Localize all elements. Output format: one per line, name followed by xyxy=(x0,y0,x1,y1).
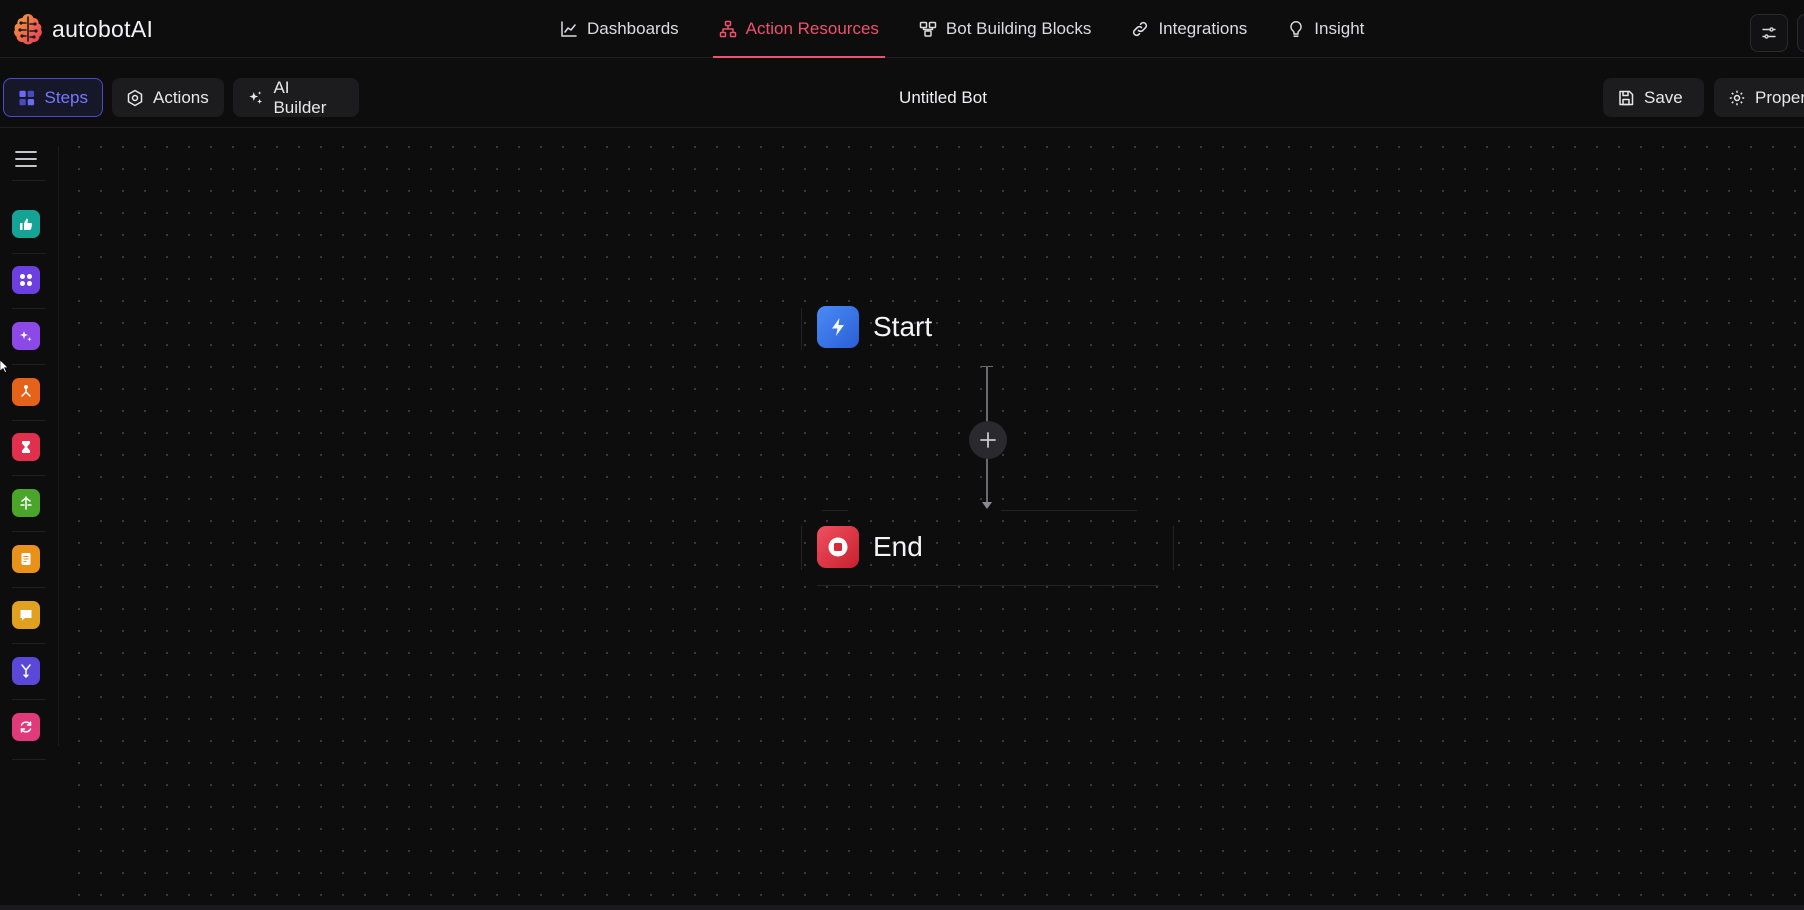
nav-bot-building-blocks[interactable]: Bot Building Blocks xyxy=(899,0,1112,58)
rail-step-ai[interactable] xyxy=(12,322,40,350)
connector-arrow-icon xyxy=(982,502,992,509)
settings-sliders-button[interactable] xyxy=(1750,14,1788,52)
bottom-bar xyxy=(0,905,1804,910)
brand[interactable]: autobotAI xyxy=(10,12,153,46)
end-node-border xyxy=(801,526,802,570)
steps-tab-label: Steps xyxy=(44,87,88,107)
chat-icon xyxy=(20,610,32,621)
start-node[interactable]: Start xyxy=(817,306,932,348)
thumbs-up-icon xyxy=(20,218,33,230)
bot-title[interactable]: Untitled Bot xyxy=(843,88,1043,108)
start-node-label: Start xyxy=(873,311,933,342)
rail-separator xyxy=(12,643,46,644)
end-node-icon-wrap xyxy=(817,526,859,568)
ai-builder-tab-label: AI Builder xyxy=(273,77,327,117)
end-node-border xyxy=(817,585,1159,586)
sliders-icon xyxy=(1762,27,1776,39)
rail-separator xyxy=(12,180,46,181)
rail-separator xyxy=(12,531,46,532)
lightning-icon xyxy=(832,318,844,336)
end-node-border xyxy=(822,510,848,511)
hourglass-icon xyxy=(22,441,30,453)
mouse-cursor-icon xyxy=(0,360,8,373)
fork-icon xyxy=(21,385,31,397)
nav-insight[interactable]: Insight xyxy=(1267,0,1384,58)
rail-step-document[interactable] xyxy=(12,545,40,573)
ai-builder-tab-button[interactable]: AI Builder xyxy=(233,78,359,117)
grid-squares-icon xyxy=(19,90,35,105)
profile-button[interactable] xyxy=(1797,14,1804,52)
end-node-label: End xyxy=(873,531,923,562)
rail-step-wait[interactable] xyxy=(12,433,40,461)
stop-icon xyxy=(828,537,848,557)
end-node-border xyxy=(1001,510,1137,511)
save-button-label: Save xyxy=(1644,87,1683,107)
main-nav: Dashboards Action Resources Bot Building… xyxy=(540,0,1384,58)
add-step-button[interactable] xyxy=(969,421,1007,459)
actions-tab-button[interactable]: Actions xyxy=(112,78,224,117)
refresh-icon xyxy=(20,721,32,733)
nav-dashboards[interactable]: Dashboards xyxy=(540,0,699,58)
nav-bot-building-blocks-label: Bot Building Blocks xyxy=(945,19,1092,38)
nav-action-resources-label: Action Resources xyxy=(745,19,879,38)
rail-separator xyxy=(12,759,46,760)
link-icon xyxy=(1133,21,1148,37)
rail-step-loop[interactable] xyxy=(12,713,40,741)
rail-separator xyxy=(12,420,46,421)
lightbulb-icon xyxy=(1290,21,1302,38)
rail-separator xyxy=(12,253,46,254)
top-navigation: autobotAI Dashboards Action Resources Bo… xyxy=(0,0,1804,58)
gear-icon xyxy=(1729,90,1745,105)
sparkles-icon xyxy=(249,90,263,104)
flow-canvas[interactable] xyxy=(60,128,1804,905)
rail-separator xyxy=(12,587,46,588)
sparkles-icon xyxy=(20,331,32,342)
hierarchy-icon xyxy=(719,20,736,38)
rail-step-split[interactable] xyxy=(12,489,40,517)
actions-tab-label: Actions xyxy=(153,87,209,107)
rail-step-approval[interactable] xyxy=(12,210,40,238)
properties-button[interactable]: Proper xyxy=(1714,78,1804,117)
chart-line-icon xyxy=(561,21,577,37)
plus-icon xyxy=(980,432,996,448)
nav-integrations-label: Integrations xyxy=(1158,19,1248,38)
brand-name: autobotAI xyxy=(52,15,154,42)
editor-toolbar: Steps Actions AI Builder Untitled Bot Sa… xyxy=(0,58,1804,128)
save-button[interactable]: Save xyxy=(1603,78,1704,117)
nav-dashboards-label: Dashboards xyxy=(587,19,679,38)
rail-separator xyxy=(12,308,46,309)
nav-action-resources[interactable]: Action Resources xyxy=(699,0,899,58)
split-arrows-icon xyxy=(20,496,32,510)
merge-icon xyxy=(21,664,31,679)
nav-integrations[interactable]: Integrations xyxy=(1111,0,1267,58)
rail-step-message[interactable] xyxy=(12,601,40,629)
start-node-icon-wrap xyxy=(817,306,859,348)
nav-insight-label: Insight xyxy=(1314,19,1365,38)
steps-rail xyxy=(0,128,60,768)
end-node-border xyxy=(1173,526,1174,570)
blocks-icon xyxy=(919,21,937,37)
steps-tab-button[interactable]: Steps xyxy=(3,78,103,117)
rail-step-apps[interactable] xyxy=(12,266,40,294)
rail-border xyxy=(58,146,59,746)
brain-logo-icon xyxy=(14,14,42,45)
rail-separator xyxy=(12,699,46,700)
hamburger-menu-icon[interactable] xyxy=(14,149,38,169)
rail-separator xyxy=(12,475,46,476)
start-node-border xyxy=(801,308,802,350)
rail-step-fork[interactable] xyxy=(12,378,40,406)
rail-step-merge[interactable] xyxy=(12,657,40,685)
floppy-disk-icon xyxy=(1619,90,1634,105)
properties-button-label: Proper xyxy=(1755,87,1804,107)
document-icon xyxy=(21,553,31,565)
gear-circle-icon xyxy=(127,89,143,106)
rail-separator xyxy=(12,364,46,365)
apps-grid-icon xyxy=(20,274,32,286)
end-node[interactable]: End xyxy=(817,526,923,568)
